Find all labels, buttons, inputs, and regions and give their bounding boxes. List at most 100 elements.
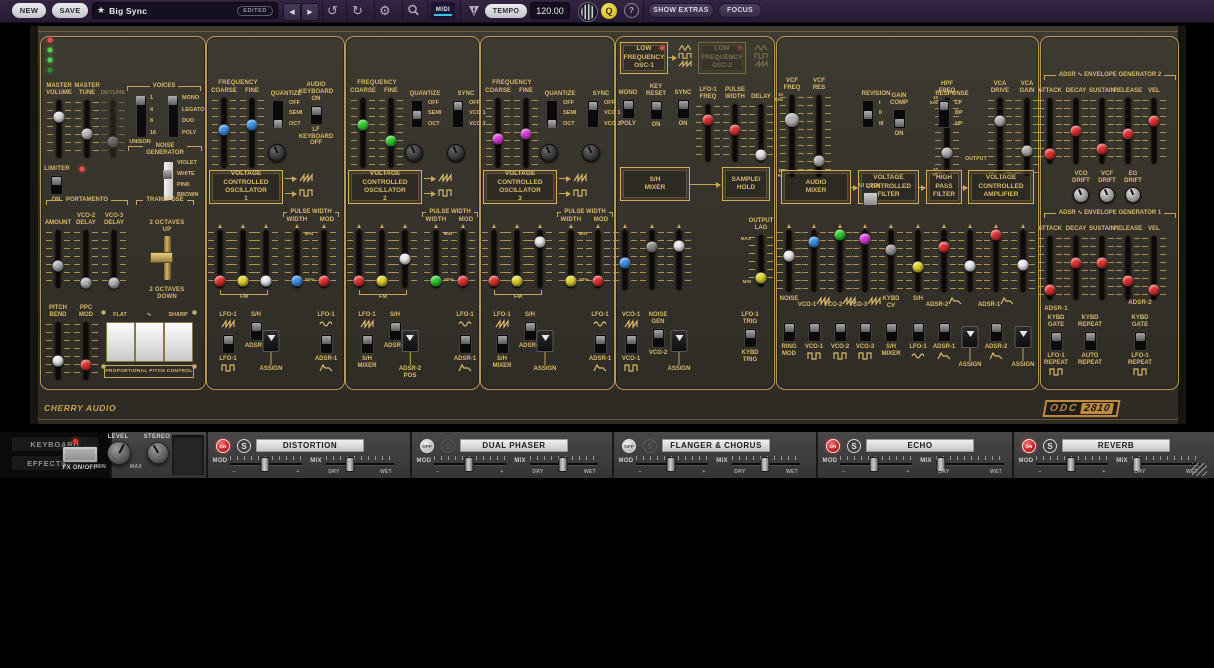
slider-thumb[interactable] — [1097, 257, 1108, 268]
level-slider[interactable] — [527, 230, 553, 288]
slider-thumb[interactable] — [535, 236, 546, 247]
fx-mix-slider[interactable] — [732, 456, 800, 470]
tempo-value[interactable]: 120.00 — [530, 2, 570, 19]
fine-slider[interactable]: FINE — [513, 98, 539, 168]
show-extras-button[interactable]: SHOW EXTRAS — [648, 3, 714, 18]
slider-thumb[interactable] — [493, 133, 504, 144]
vel-slider[interactable]: VEL — [1141, 98, 1167, 164]
fx-mix-slider[interactable] — [530, 456, 598, 470]
slider-thumb[interactable] — [261, 276, 272, 287]
fx-mix-slider[interactable] — [326, 456, 394, 470]
gain-comp-switch[interactable]: GAIN COMPON — [877, 93, 921, 138]
fx-power-button[interactable]: ON — [216, 439, 230, 453]
slider-thumb[interactable] — [81, 359, 92, 370]
ppc-pad-0[interactable] — [106, 322, 135, 362]
detune-slider[interactable]: DETUNE — [100, 100, 126, 158]
1-selector[interactable]: 14816UNISON — [136, 96, 145, 136]
quantize-switch[interactable]: QUANTIZEOFFSEMIOCT — [411, 100, 423, 128]
slider-thumb[interactable] — [1149, 116, 1160, 127]
level-knob[interactable] — [107, 441, 131, 465]
midi-button[interactable]: MIDI — [431, 2, 455, 20]
slider-thumb[interactable] — [238, 276, 249, 287]
fx-solo-button[interactable]: S — [847, 439, 861, 453]
fx-power-button[interactable]: ON — [1022, 439, 1036, 453]
vco-2-delay-slider[interactable]: VCO-2 DELAY — [73, 230, 99, 288]
ppc-pad-2[interactable] — [164, 322, 193, 362]
slider-thumb[interactable] — [674, 240, 685, 251]
slider-thumb[interactable] — [377, 276, 388, 287]
vco-3-delay-slider[interactable]: VCO-3 DELAY — [101, 230, 127, 288]
slider-thumb[interactable] — [620, 258, 631, 269]
sustain-slider[interactable]: SUSTAIN — [1089, 236, 1115, 300]
slider-thumb[interactable] — [386, 136, 397, 147]
slider-thumb[interactable] — [1149, 285, 1160, 296]
knob-knob[interactable] — [540, 144, 558, 162]
level-slider[interactable] — [639, 230, 665, 290]
assign-slider[interactable]: ASSIGN — [533, 330, 556, 373]
slider-thumb[interactable] — [593, 276, 604, 287]
coarse-slider[interactable]: COARSE — [350, 98, 376, 168]
master-volume-slider[interactable]: MASTER VOLUME — [46, 100, 72, 158]
focus-button[interactable]: FOCUS — [718, 3, 762, 18]
zoom-icon[interactable] — [407, 4, 420, 19]
slider-thumb[interactable] — [995, 116, 1006, 127]
pulse-width-slider[interactable]: PULSE WIDTH — [722, 104, 748, 162]
assign-slider[interactable]: ASSIGN — [667, 330, 690, 373]
fx-mod-slider[interactable] — [840, 456, 912, 470]
release-slider[interactable]: RELEASE — [1115, 236, 1141, 300]
fx-solo-button[interactable]: S — [237, 439, 251, 453]
slider-thumb[interactable] — [785, 113, 799, 127]
level-slider[interactable] — [392, 230, 418, 288]
slider-thumb[interactable] — [215, 276, 226, 287]
fx-solo-button[interactable]: S — [441, 439, 455, 453]
assign-slider[interactable]: ASSIGN — [259, 330, 282, 373]
slider-thumb[interactable] — [965, 260, 976, 271]
fx-mod-slider[interactable] — [230, 456, 302, 470]
fx-mix-slider[interactable] — [1132, 456, 1200, 470]
level-slider[interactable] — [253, 230, 279, 288]
level-slider[interactable] — [1010, 230, 1036, 292]
fx-on-off-button[interactable] — [62, 446, 98, 463]
assign-slider[interactable]: ASSIGN — [1011, 326, 1034, 369]
slider-thumb[interactable] — [991, 229, 1002, 240]
slider-thumb[interactable] — [756, 150, 767, 161]
adsr-2-slider[interactable]: ADSR-2 — [931, 230, 957, 292]
slider-thumb[interactable] — [814, 155, 825, 166]
slider-thumb[interactable] — [108, 136, 119, 147]
revision-switch[interactable]: REVISIONIIIIII — [862, 100, 874, 128]
slider-thumb[interactable] — [886, 244, 897, 255]
lfo-1-trig-switch[interactable]: LFO-1 TRIGKYBD TRIG — [728, 312, 772, 364]
ppc-pad-1[interactable] — [135, 322, 164, 362]
wheel-icon[interactable] — [578, 2, 598, 22]
ppc-mod-slider[interactable]: PPC MOD — [73, 322, 99, 380]
fx-mod-slider[interactable] — [636, 456, 708, 470]
knob-knob[interactable] — [405, 144, 423, 162]
prev-preset-button[interactable]: ◀ — [283, 3, 301, 21]
slider-thumb[interactable] — [319, 276, 330, 287]
vco-3-slider[interactable]: VCO-3 — [852, 230, 878, 292]
settings-gear-icon[interactable]: ⚙ — [379, 4, 391, 17]
slider-thumb[interactable] — [1123, 275, 1134, 286]
kybd-repeat-switch[interactable]: KYBD REPEATAUTO REPEAT — [1068, 315, 1112, 367]
slider-thumb[interactable] — [835, 229, 846, 240]
coarse-slider[interactable]: COARSE — [211, 98, 237, 168]
kybd-cv-slider[interactable]: KYBD CV — [878, 230, 904, 292]
slider-thumb[interactable] — [913, 262, 924, 273]
level-slider[interactable] — [612, 230, 638, 290]
fx-power-button[interactable]: OFF — [420, 439, 434, 453]
vel-slider[interactable]: VEL — [1141, 236, 1167, 300]
resize-grip[interactable] — [1192, 463, 1207, 476]
coarse-slider[interactable]: COARSE — [485, 98, 511, 168]
save-button[interactable]: SAVE — [52, 3, 88, 18]
fx-mod-slider[interactable] — [1036, 456, 1108, 470]
knob-knob[interactable] — [268, 144, 286, 162]
vcf-freq-slider[interactable]: VCF FREQ10 kHz10 Hz — [779, 95, 805, 177]
adsr-1-slider[interactable]: ADSR-1 — [983, 230, 1009, 292]
redo-icon[interactable]: ↻ — [352, 4, 363, 17]
master-tune-slider[interactable]: MASTER TUNE — [74, 100, 100, 158]
fx-solo-button[interactable]: S — [643, 439, 657, 453]
stereo-knob[interactable] — [147, 442, 169, 464]
new-button[interactable]: NEW — [12, 3, 46, 18]
vcf-res-slider[interactable]: VCF RES — [806, 95, 832, 177]
slider-thumb[interactable] — [730, 125, 741, 136]
